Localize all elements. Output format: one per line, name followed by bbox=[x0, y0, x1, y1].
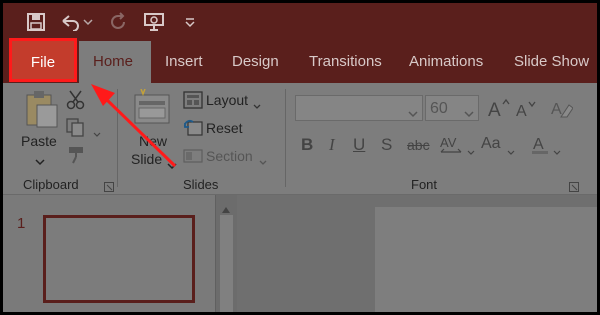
annotation-arrow bbox=[91, 84, 177, 168]
powerpoint-window: Home Insert Design Transitions Animation… bbox=[0, 0, 600, 315]
